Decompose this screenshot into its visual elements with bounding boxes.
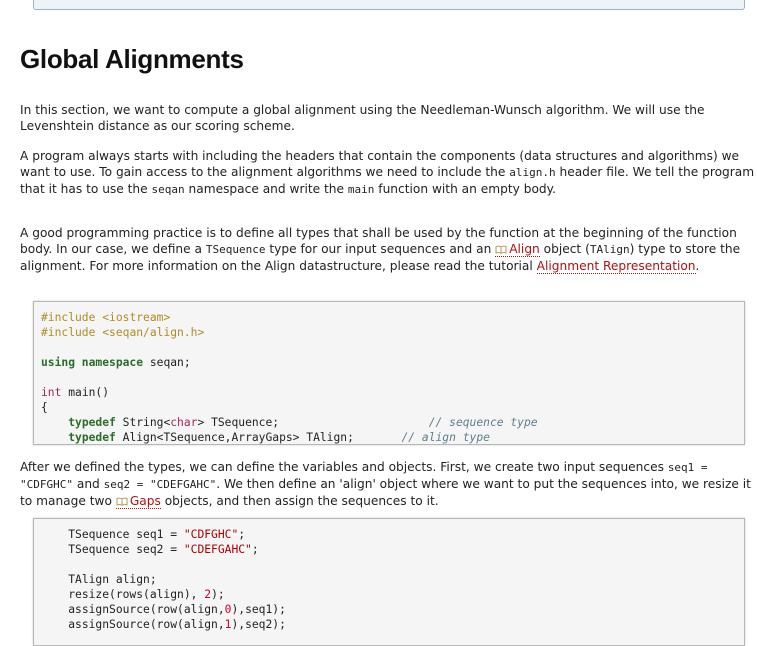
headers-text-4: function with an empty body.: [374, 182, 556, 196]
talign-code: TAlign: [589, 243, 630, 256]
code-block-variables: TSequence seq1 = "CDFGHC"; TSequence seq…: [33, 518, 745, 646]
open-brace: {: [41, 401, 48, 414]
seq2-code: seq2 = "CDEFGAHC": [103, 478, 217, 491]
types-text-2: type for our input sequences and an: [265, 242, 496, 256]
comment-align-type: // align type: [401, 431, 490, 444]
alignment-representation-link[interactable]: Alignment Representation: [536, 259, 696, 274]
typedef-keyword: typedef: [68, 431, 116, 444]
include-directive: #include: [41, 326, 96, 339]
main-signature: main(): [68, 386, 110, 399]
book-icon: [116, 497, 128, 506]
variables-text-2: and: [72, 477, 104, 491]
variables-text-1: After we defined the types, we can defin…: [20, 460, 668, 474]
code-listing-types: #include <iostream> #include <seqan/alig…: [34, 302, 744, 453]
align-class-link[interactable]: Align: [495, 242, 540, 257]
headers-paragraph: A program always starts with including t…: [20, 148, 755, 198]
semicolon: ;: [251, 543, 259, 556]
align-decl: TAlign align;: [68, 573, 157, 586]
main-code: main: [347, 183, 375, 196]
typedef-string-b: > TSequence;: [197, 416, 280, 429]
assign-end-1: ),seq2);: [231, 618, 286, 631]
tsequence-code: TSequence: [205, 243, 266, 256]
align-link-label: Align: [509, 242, 540, 256]
include-directive: #include: [41, 311, 96, 324]
seq2-string: "CDEFGAHC": [183, 543, 252, 556]
book-icon: [495, 245, 507, 254]
assign-call-0: assignSource(row(align,: [68, 603, 225, 616]
previous-code-block: [33, 0, 745, 10]
gaps-link-label: Gaps: [129, 494, 161, 508]
gaps-class-link[interactable]: Gaps: [115, 494, 161, 509]
intro-paragraph: In this section, we want to compute a gl…: [20, 102, 755, 134]
seq1-decl: TSequence seq1 =: [68, 528, 184, 541]
typedef-align: Align<TSequence,ArrayGaps> TAlign;: [122, 431, 354, 444]
assign-end-0: ),seq1);: [231, 603, 286, 616]
comment-sequence-type: // sequence type: [428, 416, 538, 429]
intro-text: In this section, we want to compute a gl…: [20, 103, 705, 133]
typedef-keyword: typedef: [68, 416, 116, 429]
assign-call-1: assignSource(row(align,: [68, 618, 225, 631]
types-paragraph: A good programming practice is to define…: [20, 225, 755, 274]
typedef-string-a: String<: [122, 416, 171, 429]
seqan-code: seqan: [151, 183, 185, 196]
align-h-code: align.h: [509, 166, 556, 179]
int-keyword: int: [41, 386, 62, 399]
code-listing-variables: TSequence seq1 = "CDFGHC"; TSequence seq…: [34, 519, 744, 640]
semicolon: ;: [238, 528, 246, 541]
variables-text-4: objects, and then assign the sequences t…: [160, 494, 439, 508]
namespace-name: seqan;: [149, 356, 191, 369]
resize-end: );: [211, 588, 225, 601]
seq2-decl: TSequence seq2 =: [68, 543, 184, 556]
headers-text-3: namespace and write the: [184, 182, 348, 196]
types-text-3: object (: [539, 242, 590, 256]
variables-paragraph: After we defined the types, we can defin…: [20, 459, 755, 509]
code-block-types: #include <iostream> #include <seqan/alig…: [33, 301, 745, 445]
page-title: Global Alignments: [20, 44, 244, 74]
seq1-string: "CDFGHC": [183, 528, 239, 541]
include-arg: <seqan/align.h>: [102, 326, 205, 339]
using-keyword: using namespace: [41, 356, 144, 369]
include-arg: <iostream>: [102, 311, 171, 324]
resize-call: resize(rows(align),: [68, 588, 205, 601]
char-keyword: char: [170, 416, 198, 429]
types-text-5: .: [695, 259, 700, 273]
